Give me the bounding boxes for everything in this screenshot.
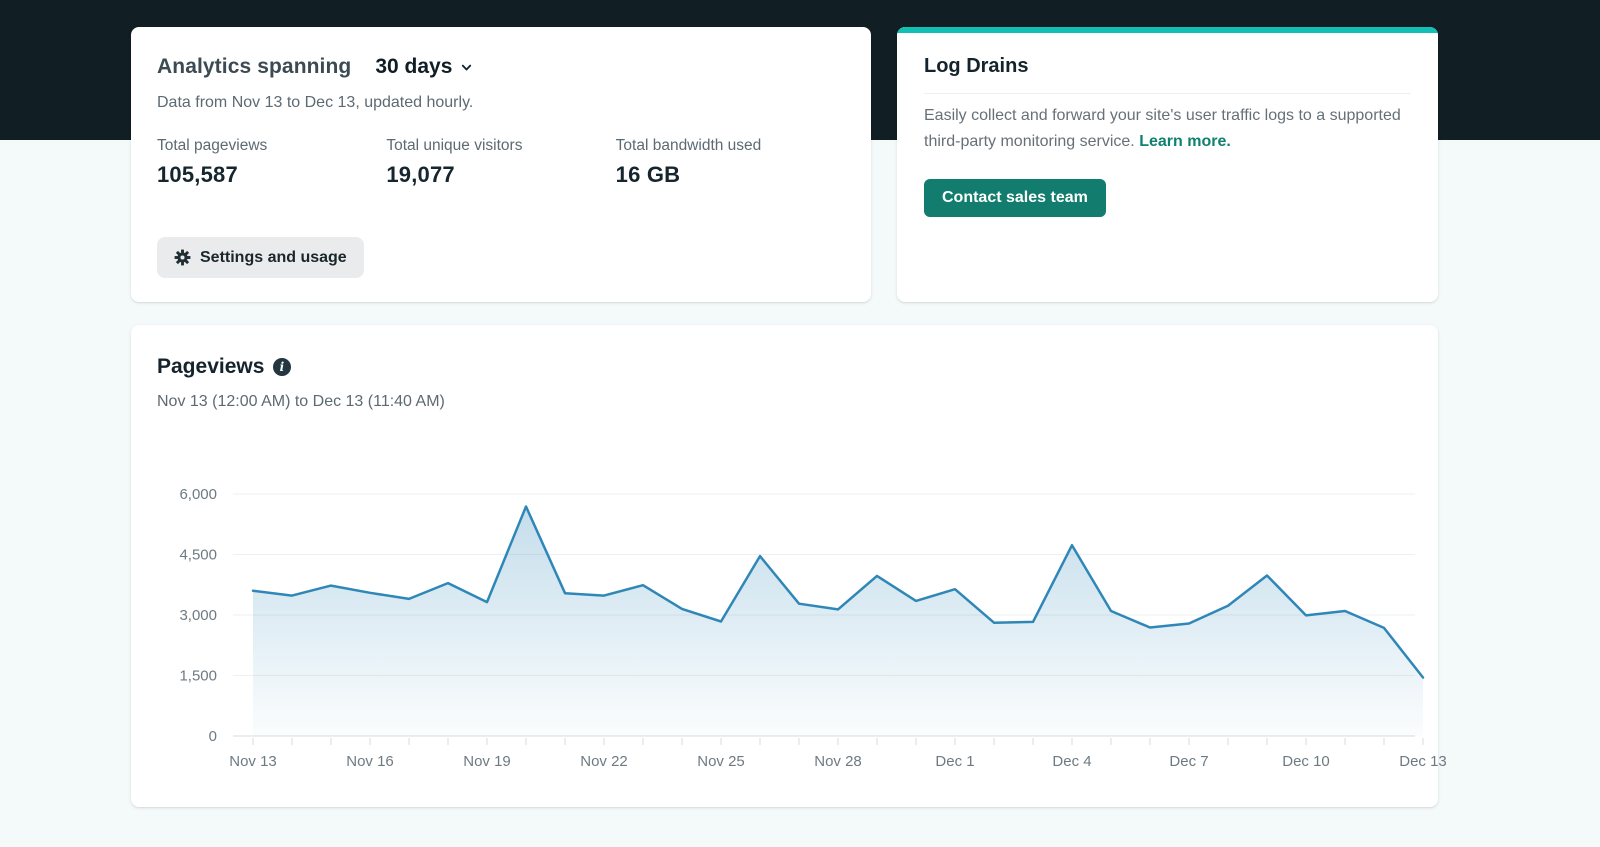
x-axis-label: Dec 13 — [1399, 753, 1447, 770]
settings-and-usage-button[interactable]: Settings and usage — [157, 237, 364, 278]
divider — [924, 93, 1411, 94]
date-range-value: 30 days — [375, 55, 452, 79]
info-icon[interactable]: i — [273, 358, 291, 376]
contact-sales-button[interactable]: Contact sales team — [924, 179, 1106, 217]
y-axis-label: 1,500 — [179, 668, 217, 685]
log-drains-description: Easily collect and forward your site's u… — [924, 103, 1416, 155]
stat-unique-visitors: Total unique visitors 19,077 — [386, 137, 615, 188]
x-axis-label: Nov 13 — [229, 753, 277, 770]
stat-bandwidth-used: Total bandwidth used 16 GB — [616, 137, 845, 188]
x-axis-label: Dec 7 — [1169, 753, 1208, 770]
pageviews-chart[interactable]: 0 1,500 3,000 4,500 6,000 Nov 13 Nov 16 Nov 19 N… — [157, 444, 1432, 779]
stat-value: 105,587 — [157, 162, 386, 188]
y-axis-label: 4,500 — [179, 547, 217, 564]
x-axis-label: Nov 22 — [580, 753, 628, 770]
analytics-subtitle: Data from Nov 13 to Dec 13, updated hour… — [157, 94, 845, 112]
stat-label: Total pageviews — [157, 137, 386, 155]
stats-row: Total pageviews 105,587 Total unique vis… — [157, 137, 845, 188]
log-drains-title: Log Drains — [924, 55, 1411, 78]
settings-button-label: Settings and usage — [200, 249, 347, 267]
learn-more-link[interactable]: Learn more. — [1139, 133, 1231, 150]
analytics-summary-card: Analytics spanning 30 days Data from Nov… — [131, 27, 871, 302]
y-axis-label: 6,000 — [179, 486, 217, 503]
gear-icon — [174, 249, 191, 266]
stat-value: 19,077 — [386, 162, 615, 188]
y-axis-label: 0 — [209, 728, 217, 745]
x-axis-label: Dec 1 — [935, 753, 974, 770]
analytics-header: Analytics spanning 30 days — [157, 55, 845, 79]
stat-label: Total bandwidth used — [616, 137, 845, 155]
pageviews-card: Pageviews i Nov 13 (12:00 AM) to Dec 13 … — [131, 325, 1438, 807]
pageviews-title: Pageviews — [157, 355, 264, 379]
x-axis-label: Nov 16 — [346, 753, 394, 770]
x-axis-label: Dec 4 — [1052, 753, 1091, 770]
pageviews-date-range: Nov 13 (12:00 AM) to Dec 13 (11:40 AM) — [157, 393, 1438, 411]
x-axis-label: Nov 28 — [814, 753, 862, 770]
x-axis-label: Nov 19 — [463, 753, 511, 770]
log-drains-card: Log Drains Easily collect and forward yo… — [897, 27, 1438, 302]
stat-label: Total unique visitors — [386, 137, 615, 155]
date-range-dropdown[interactable]: 30 days — [375, 55, 473, 79]
y-axis-label: 3,000 — [179, 607, 217, 624]
stat-value: 16 GB — [616, 162, 845, 188]
x-axis-label: Dec 10 — [1282, 753, 1330, 770]
area-fill — [253, 507, 1423, 737]
analytics-title: Analytics spanning — [157, 55, 351, 79]
stat-total-pageviews: Total pageviews 105,587 — [157, 137, 386, 188]
chevron-down-icon — [460, 61, 473, 74]
x-axis-label: Nov 25 — [697, 753, 745, 770]
